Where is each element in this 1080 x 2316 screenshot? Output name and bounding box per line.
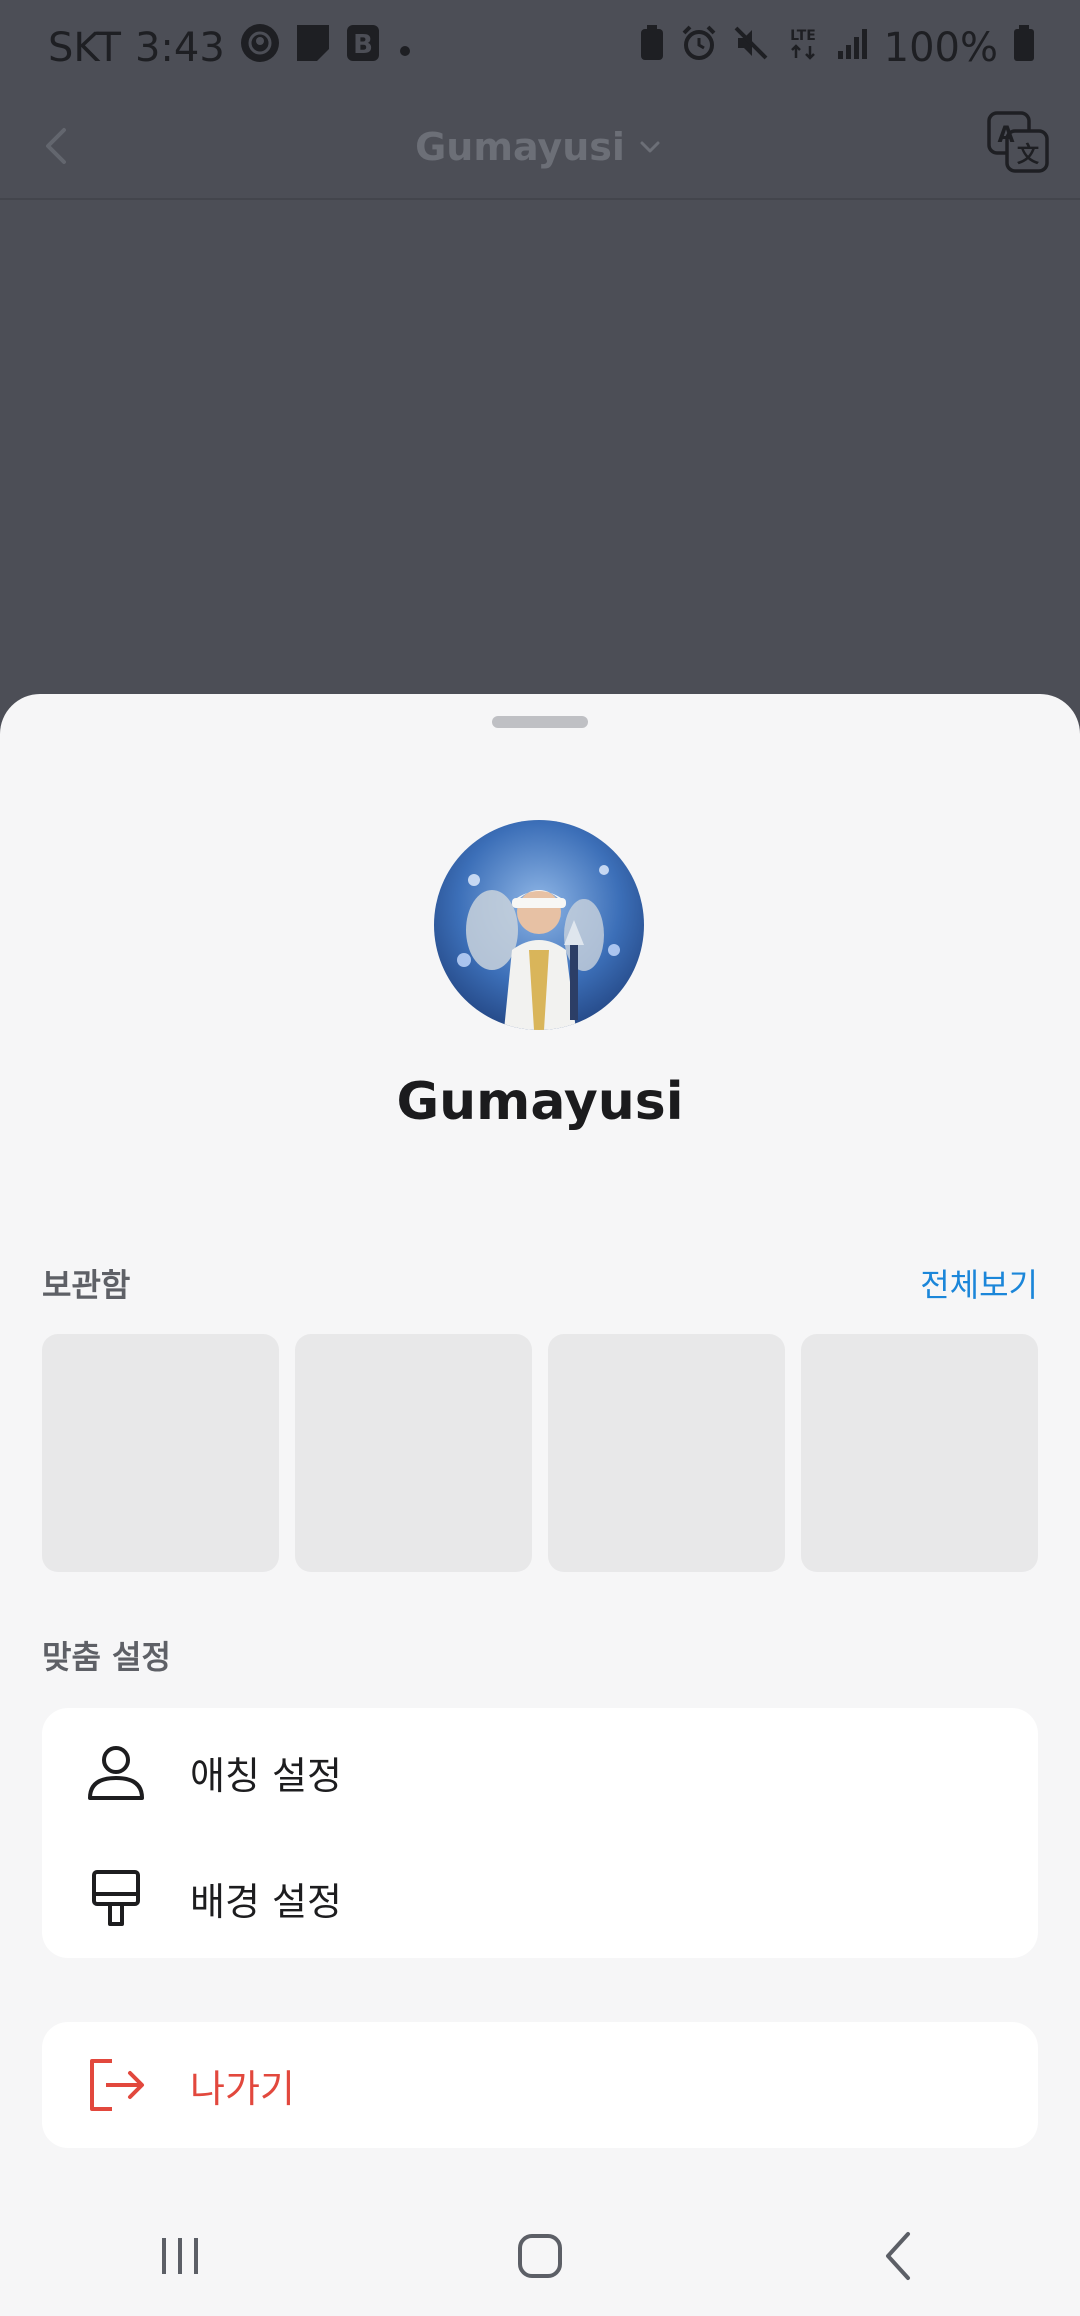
battery-icon xyxy=(1012,23,1036,73)
starbucks-icon xyxy=(239,22,281,74)
mute-icon xyxy=(732,24,770,72)
svg-text:LTE: LTE xyxy=(790,28,816,44)
battery-percent-text: 100% xyxy=(883,25,998,71)
custom-settings-label: 맞춤 설정 xyxy=(42,1638,171,1676)
archive-thumbnail[interactable] xyxy=(801,1334,1038,1572)
status-left: SKT 3:43 B xyxy=(48,22,415,74)
top-app-bar: Gumayusi A 文 xyxy=(0,96,1080,200)
nickname-setting-item[interactable]: 애칭 설정 xyxy=(42,1712,1038,1832)
background-setting-label: 배경 설정 xyxy=(190,1879,342,1924)
archive-thumbnails xyxy=(42,1334,1038,1572)
clock-text: 3:43 xyxy=(134,25,225,71)
svg-text:B: B xyxy=(353,30,373,60)
exit-label: 나가기 xyxy=(190,2066,295,2111)
profile-photo xyxy=(434,820,644,1030)
home-button[interactable] xyxy=(480,2196,600,2316)
recent-apps-icon xyxy=(162,2238,198,2274)
home-icon xyxy=(518,2234,562,2278)
profile-bottom-sheet: Gumayusi 보관함 전체보기 맞춤 설정 애칭 설정 배경 설정 나가기 xyxy=(0,694,1080,2316)
chat-title-dropdown[interactable]: Gumayusi xyxy=(415,125,665,169)
nickname-setting-label: 애칭 설정 xyxy=(190,1753,342,1798)
alarm-icon xyxy=(680,24,718,72)
note-icon xyxy=(295,23,331,73)
custom-settings-card: 애칭 설정 배경 설정 xyxy=(42,1708,1038,1958)
translate-button[interactable]: A 文 xyxy=(986,110,1050,174)
b-app-icon: B xyxy=(345,23,381,73)
exit-button[interactable]: 나가기 xyxy=(42,2025,1038,2145)
dot-icon xyxy=(395,25,415,71)
exit-card: 나가기 xyxy=(42,2022,1038,2148)
system-back-button[interactable] xyxy=(840,2196,960,2316)
svg-text:文: 文 xyxy=(1017,142,1040,168)
screen: SKT 3:43 B LTE 100% Gumayusi A 文 Gumayus… xyxy=(0,0,1080,2316)
archive-thumbnail[interactable] xyxy=(295,1334,532,1572)
lte-icon: LTE xyxy=(784,24,822,72)
translate-icon: A 文 xyxy=(987,111,1049,173)
carrier-text: SKT xyxy=(48,25,121,71)
chat-title: Gumayusi xyxy=(415,125,625,169)
background-setting-item[interactable]: 배경 설정 xyxy=(42,1838,1038,1958)
chevron-left-icon xyxy=(46,128,66,164)
paint-brush-icon xyxy=(84,1866,148,1930)
exit-icon xyxy=(84,2053,148,2117)
status-bar: SKT 3:43 B LTE 100% xyxy=(0,0,1080,96)
back-button[interactable] xyxy=(28,116,88,176)
person-icon xyxy=(84,1740,148,1804)
see-all-link[interactable]: 전체보기 xyxy=(920,1260,1038,1306)
svg-text:A: A xyxy=(997,123,1014,148)
archive-thumbnail[interactable] xyxy=(42,1334,279,1572)
archive-section-label: 보관함 xyxy=(42,1266,131,1304)
drag-handle[interactable] xyxy=(492,716,588,728)
archive-thumbnail[interactable] xyxy=(548,1334,785,1572)
profile-name: Gumayusi xyxy=(396,1072,684,1132)
status-right: LTE 100% xyxy=(638,23,1036,73)
battery-saver-icon xyxy=(638,24,666,72)
recent-apps-button[interactable] xyxy=(120,2196,240,2316)
chevron-down-icon xyxy=(640,141,660,153)
back-arrow-icon xyxy=(886,2232,910,2280)
avatar[interactable] xyxy=(434,820,644,1030)
signal-icon xyxy=(836,25,870,71)
system-nav-bar xyxy=(0,2196,1080,2316)
